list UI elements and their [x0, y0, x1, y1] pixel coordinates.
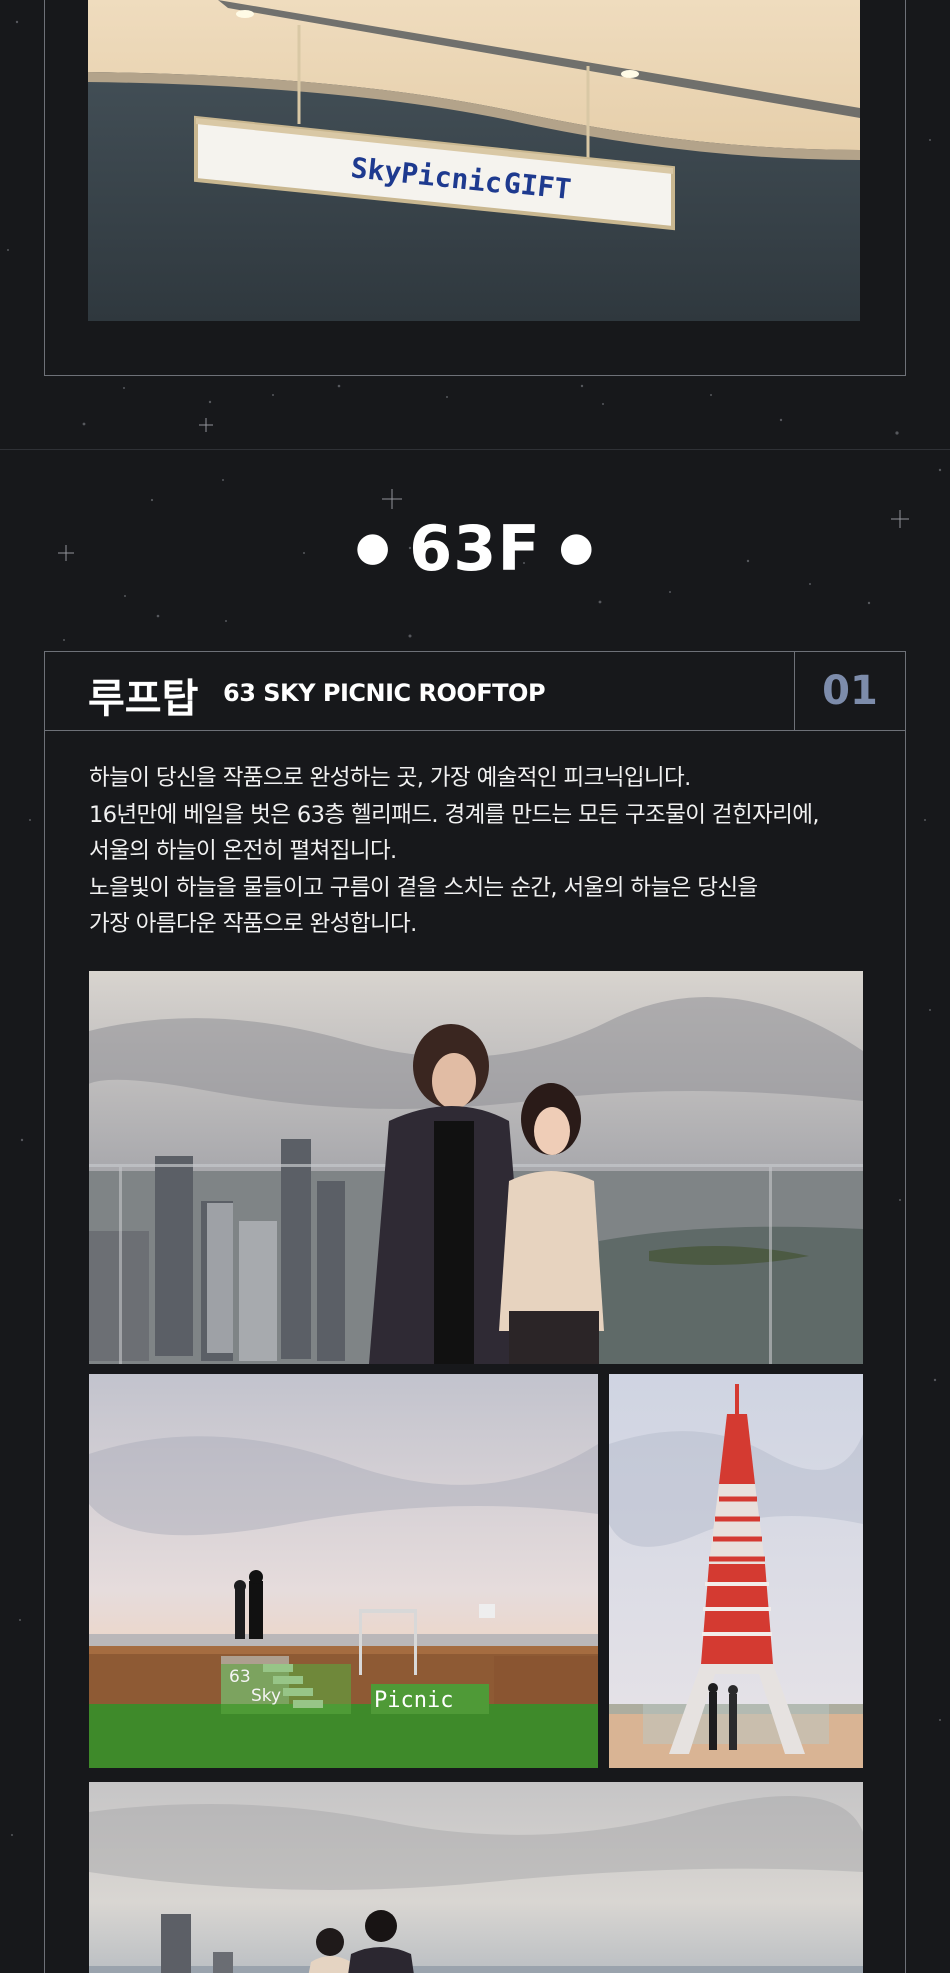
- card-subtitle: 63 SKY PICNIC ROOFTOP: [223, 679, 546, 707]
- description-line: 노을빛이 하늘을 물들이고 구름이 곁을 스치는 순간, 서울의 하늘은 당신을: [89, 874, 758, 901]
- card-title: 루프탑: [88, 676, 199, 722]
- description-line: 하늘이 당신을 작품으로 완성하는 곳, 가장 예술적인 피크닉입니다.: [89, 765, 691, 791]
- description-line: 가장 아름다운 작품으로 완성합니다.: [89, 911, 417, 937]
- picnic-sign-63: 63: [229, 1667, 251, 1687]
- card-number-box: 01: [794, 652, 905, 730]
- rooftop-view-photo: [89, 1782, 863, 1973]
- dot-bullet-icon: ●: [558, 524, 595, 570]
- gift-sign-text-bold: GIFT: [502, 166, 573, 206]
- description-line: 16년만에 베일을 벗은 63층 헬리패드. 경계를 만드는 모든 구조물이 걷…: [89, 801, 820, 828]
- picnic-sign-picnic: Picnic: [374, 1688, 453, 1713]
- rooftop-tower-photo: [609, 1374, 863, 1768]
- picnic-sign-sky: Sky: [251, 1686, 281, 1706]
- rooftop-card: 루프탑 63 SKY PICNIC ROOFTOP 01 하늘이 당신을 작품으…: [44, 651, 906, 1973]
- card-header: 루프탑 63 SKY PICNIC ROOFTOP 01: [45, 652, 905, 731]
- floor-heading: ● 63F ●: [0, 512, 950, 585]
- sky-picnic-platform-photo: 63 Sky Picnic: [89, 1374, 598, 1768]
- floor-label: 63F: [409, 512, 541, 585]
- section-divider: [0, 449, 950, 450]
- dot-bullet-icon: ●: [355, 524, 392, 570]
- card-description: 하늘이 당신을 작품으로 완성하는 곳, 가장 예술적인 피크닉입니다. 16년…: [89, 760, 879, 943]
- card-number: 01: [822, 668, 878, 714]
- description-line: 서울의 하늘이 온전히 펼쳐집니다.: [89, 838, 397, 864]
- gift-shop-photo: SkyPicnic GIFT: [88, 0, 860, 321]
- rooftop-couple-photo: [89, 971, 863, 1364]
